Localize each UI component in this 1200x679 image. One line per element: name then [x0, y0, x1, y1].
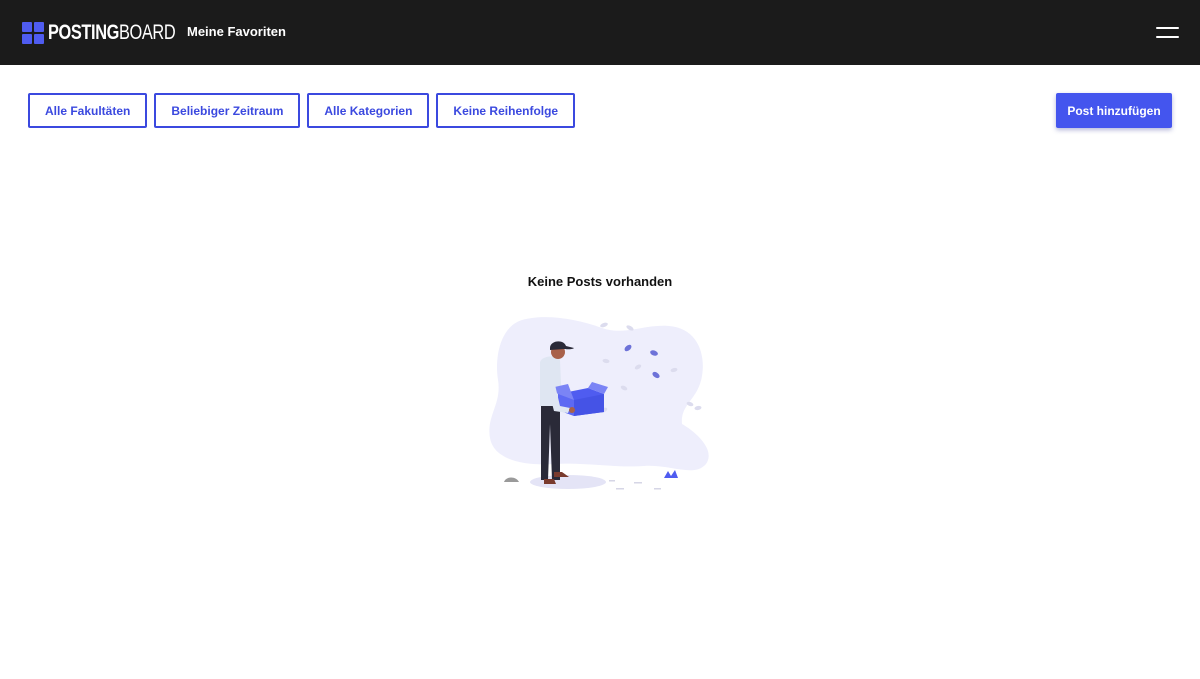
posting-board-logo[interactable]: POSTINGBOARD — [22, 21, 211, 44]
logo-grid-icon — [22, 21, 44, 44]
sort-order-filter-button[interactable]: Keine Reihenfolge — [436, 93, 576, 128]
empty-state-title: Keine Posts vorhanden — [527, 274, 673, 289]
top-navigation-bar: POSTINGBOARD Meine Favoriten — [0, 0, 1200, 65]
logo-text: POSTINGBOARD — [48, 20, 176, 45]
hamburger-menu-icon[interactable] — [1156, 25, 1179, 39]
category-filter-button[interactable]: Alle Kategorien — [307, 93, 430, 128]
page-title: Meine Favoriten — [187, 24, 286, 39]
empty-box-illustration — [489, 317, 709, 490]
timeframe-filter-button[interactable]: Beliebiger Zeitraum — [154, 93, 301, 128]
faculty-filter-button[interactable]: Alle Fakultäten — [28, 93, 148, 128]
add-post-button[interactable]: Post hinzufügen — [1056, 93, 1172, 128]
filter-bar: Alle Fakultäten Beliebiger Zeitraum Alle… — [28, 93, 582, 128]
logo-text-bold: POSTING — [48, 20, 119, 44]
logo-text-light: BOARD — [118, 20, 176, 44]
